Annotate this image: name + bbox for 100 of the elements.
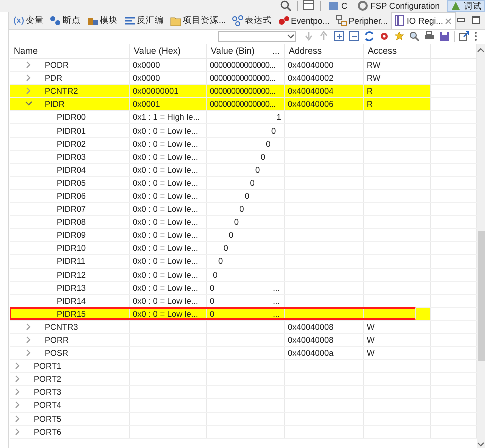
table-cell: PIDR00 — [57, 112, 86, 122]
table-row[interactable]: PIDR08 0x0 : 0 = Low le... 0 — [10, 216, 477, 230]
table-row[interactable]: PIDR05 0x0 : 0 = Low le... 0 — [10, 176, 477, 190]
chevron-right-icon[interactable] — [14, 362, 22, 370]
column-header[interactable]: Access — [368, 46, 398, 56]
scroll-up-icon[interactable] — [477, 47, 485, 53]
table-cell: PIDR15 — [57, 308, 86, 319]
table-cell: 00000000000000... — [210, 99, 276, 110]
table-cell: 0 — [210, 296, 214, 306]
table-cell: 0x0 : 0 = Low le... — [133, 204, 198, 214]
view-tab[interactable]: 表达式 — [229, 12, 276, 29]
perspective-icon — [356, 0, 369, 12]
column-header[interactable]: Address — [289, 46, 322, 56]
table-row[interactable]: PIDR00 0x1 : 1 = High le... 1 — [10, 111, 477, 124]
collapse-all-icon[interactable] — [349, 31, 360, 42]
arrow-down-icon[interactable] — [304, 31, 315, 42]
table-row[interactable]: PIDR13 0x0 : 0 = Low le... 0 ... — [10, 282, 477, 295]
chevron-right-icon[interactable] — [25, 349, 33, 358]
column-header[interactable]: Value (Hex) — [134, 46, 181, 56]
view-tab[interactable]: 模块 — [84, 12, 121, 29]
table-row[interactable]: PIDR07 0x0 : 0 = Low le... 0 — [10, 203, 477, 216]
chevron-right-icon[interactable] — [14, 388, 22, 396]
table-row[interactable]: PIDR12 0x0 : 0 = Low le... 0 — [10, 268, 477, 282]
table-row[interactable]: PCNTR3 0x40040008 W — [10, 320, 477, 334]
close-icon[interactable] — [444, 16, 454, 26]
chevron-down-icon[interactable] — [25, 100, 33, 108]
minimize-icon[interactable] — [457, 16, 466, 25]
chevron-right-icon[interactable] — [25, 74, 33, 82]
table-row[interactable]: PIDR04 0x0 : 0 = Low le... 0 — [10, 164, 477, 177]
chevron-right-icon[interactable] — [14, 401, 22, 410]
table-cell: 0 — [240, 204, 244, 214]
view-tab[interactable]: Peripher... — [332, 12, 392, 29]
chevron-right-icon[interactable] — [14, 375, 22, 384]
dots-icon — [50, 15, 62, 27]
table-cell: 0x00000001 — [133, 86, 179, 96]
chevron-right-icon[interactable] — [25, 87, 33, 96]
table-row[interactable]: PIDR15 0x0 : 0 = Low le... 0 ... — [10, 308, 477, 321]
more-icon[interactable] — [474, 31, 478, 42]
printer-icon[interactable] — [424, 31, 435, 42]
dots-icon — [278, 15, 290, 27]
table-row[interactable]: PIDR03 0x0 : 0 = Low le... 0 — [10, 150, 477, 164]
table-cell: 0x0 : 0 = Low le... — [133, 296, 198, 306]
table-row[interactable]: PORR 0x40040008 W — [10, 334, 477, 348]
table-cell: W — [367, 322, 375, 332]
view-tab[interactable]: 反汇编 — [121, 12, 167, 29]
table-cell: 0x40040002 — [288, 73, 334, 84]
perspective-button[interactable]: FSP Configuration — [354, 0, 442, 12]
table-cell: 0x0 : 0 = Low le... — [133, 282, 198, 293]
view-tab[interactable]: 项目资源... — [167, 12, 230, 29]
table-cell: 0x0 : 0 = Low le... — [133, 230, 198, 240]
table-row[interactable]: PIDR02 0x0 : 0 = Low le... 0 — [10, 138, 477, 151]
table-row[interactable]: PODR 0x0000 00000000000000... 0x40040000 RW — [10, 59, 477, 72]
table-cell: PORT1 — [34, 361, 62, 372]
star-icon[interactable] — [394, 31, 405, 42]
view-tab[interactable]: Eventpo... — [275, 12, 333, 29]
scrollbar-thumb[interactable] — [478, 231, 484, 361]
table-cell: 00000000000000... — [210, 73, 276, 84]
save-icon[interactable] — [439, 31, 450, 42]
table-cell: 0 — [250, 178, 254, 188]
table-cell-text: ... — [273, 296, 281, 306]
chevron-right-icon[interactable] — [25, 61, 33, 70]
table-cell: 0x40040000 — [288, 60, 334, 70]
table-row[interactable]: POSR 0x4004000a W — [10, 347, 477, 360]
table-cell: 1 — [276, 112, 281, 122]
table-cell: 0x0000 — [133, 73, 160, 84]
table-row[interactable]: PIDR01 0x0 : 0 = Low le... 0 — [10, 124, 477, 138]
perspective-button[interactable]: C — [326, 0, 350, 12]
table-cell: PIDR05 — [57, 178, 86, 188]
chevron-right-icon[interactable] — [14, 428, 22, 436]
expand-all-icon[interactable] — [334, 31, 345, 42]
refresh-icon[interactable] — [364, 31, 375, 42]
table-cell: 0 — [213, 270, 218, 280]
column-header[interactable]: Value (Bin) — [211, 46, 255, 56]
chevron-right-icon[interactable] — [14, 414, 22, 423]
filter-combo[interactable] — [218, 31, 296, 42]
table-row[interactable]: PIDR11 0x0 : 0 = Low le... 0 — [10, 255, 477, 268]
search-icon[interactable] — [280, 0, 292, 12]
view-tab[interactable]: 变量 — [10, 12, 47, 29]
table-cell: 00000000000000... — [210, 60, 276, 70]
table-cell: 0 — [229, 230, 234, 240]
table-row[interactable]: PIDR10 0x0 : 0 = Low le... 0 — [10, 242, 477, 256]
maximize-icon[interactable] — [472, 16, 481, 25]
table-row[interactable]: PIDR06 0x0 : 0 = Low le... 0 — [10, 190, 477, 204]
table-cell: 0x40040008 — [288, 322, 334, 332]
scroll-down-icon[interactable] — [477, 442, 485, 448]
chevron-right-icon[interactable] — [25, 336, 33, 344]
table-row[interactable]: PIDR 0x0001 00000000000000... 0x40040006 R — [10, 98, 477, 112]
search-icon[interactable] — [409, 31, 420, 42]
table-row[interactable]: PCNTR2 0x00000001 00000000000000... 0x40040004 R — [10, 85, 477, 98]
table-cell: PIDR09 — [57, 230, 86, 240]
chevron-right-icon[interactable] — [25, 322, 33, 331]
column-header[interactable]: Name — [14, 46, 38, 56]
table-row[interactable]: PIDR09 0x0 : 0 = Low le... 0 — [10, 229, 477, 242]
export-icon[interactable] — [459, 31, 470, 42]
arrow-up-icon[interactable] — [319, 31, 330, 42]
perspective-button[interactable]: 调试 — [447, 0, 485, 12]
window-icon[interactable] — [302, 0, 315, 12]
view-tab[interactable]: IO Regi... — [391, 12, 456, 29]
column-menu[interactable]: ... — [272, 46, 284, 56]
view-tab[interactable]: 断点 — [47, 12, 84, 29]
